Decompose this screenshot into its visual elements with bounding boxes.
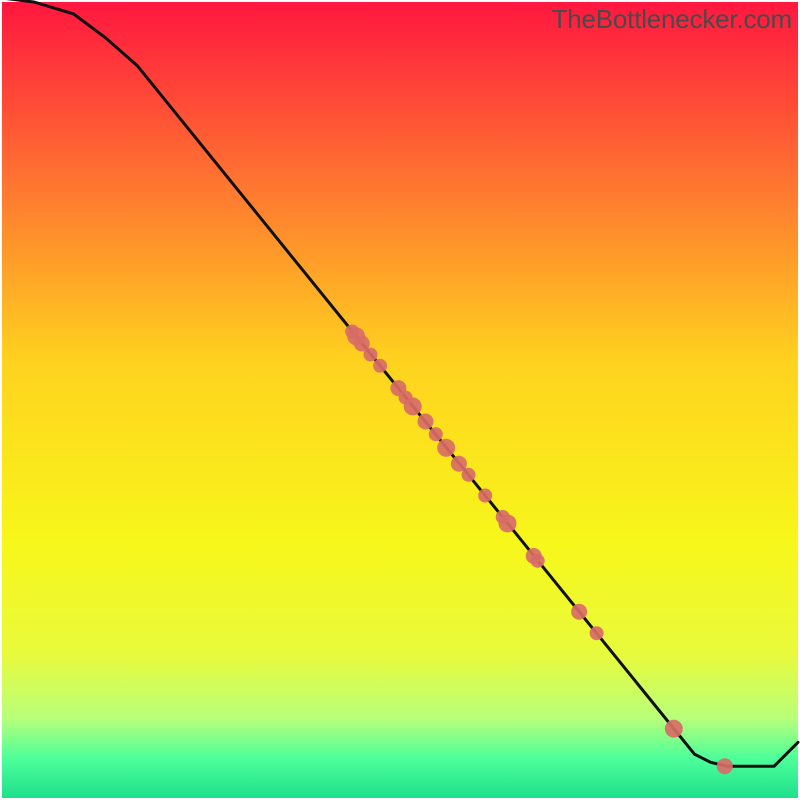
- data-point: [717, 758, 733, 774]
- chart-svg: [2, 2, 798, 798]
- data-point: [364, 348, 378, 362]
- data-point: [499, 514, 517, 532]
- data-point: [531, 554, 545, 568]
- data-point: [404, 397, 422, 415]
- data-point: [429, 427, 443, 441]
- data-point: [418, 414, 434, 430]
- data-point: [437, 439, 455, 457]
- plot-area: [2, 2, 798, 798]
- data-point: [590, 626, 604, 640]
- data-point: [665, 720, 683, 738]
- attribution-label: TheBottlenecker.com: [552, 4, 792, 35]
- data-point: [478, 489, 492, 503]
- data-point: [462, 468, 476, 482]
- data-point: [571, 604, 587, 620]
- bottleneck-chart: TheBottlenecker.com: [0, 0, 800, 800]
- data-point: [373, 359, 387, 373]
- data-points: [345, 325, 733, 775]
